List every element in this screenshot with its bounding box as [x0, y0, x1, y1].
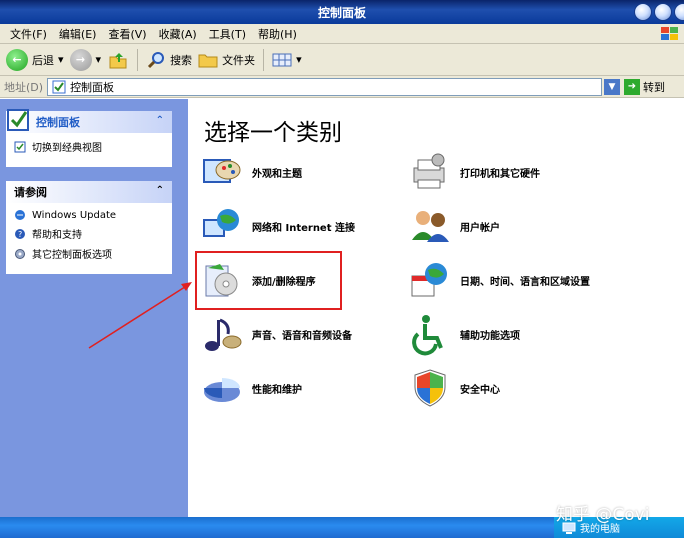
gear-icon: [15, 248, 25, 259]
menu-favorites[interactable]: 收藏(A): [153, 26, 203, 42]
category-label: 用户帐户: [460, 222, 500, 234]
task-pane: 控制面板 ⌃ 切换到经典视图 请参阅 ⌃ Windows Update ? 帮助…: [0, 99, 188, 517]
category-label: 外观和主题: [252, 168, 302, 180]
search-button[interactable]: 搜索: [146, 50, 192, 70]
menu-help[interactable]: 帮助(H): [252, 26, 303, 42]
section-title: 控制面板: [36, 116, 80, 129]
switch-view-icon: [14, 141, 26, 152]
other-options-link[interactable]: 其它控制面板选项: [14, 246, 164, 261]
shield-icon: [414, 369, 446, 407]
category-accessibility[interactable]: 辅助功能选项: [408, 311, 520, 357]
watermark: 知乎 @Covi: [556, 505, 650, 525]
control-panel-icon: [52, 80, 66, 93]
windows-update-link[interactable]: Windows Update: [14, 209, 164, 221]
address-bar: 地址(D) 控制面板 ▼ ➜ 转到: [0, 76, 684, 98]
performance-chart-icon: [204, 378, 240, 402]
toolbar: ← 后退 ▾ → ▾ 搜索 文件夹 ▾: [0, 44, 684, 76]
category-network-internet[interactable]: 网络和 Internet 连接: [200, 203, 355, 249]
network-globe-icon: [203, 209, 239, 237]
forward-button[interactable]: → ▾: [69, 48, 102, 71]
go-button[interactable]: ➜ 转到: [624, 78, 684, 95]
category-security-center[interactable]: 安全中心: [408, 365, 500, 411]
help-support-link[interactable]: ? 帮助和支持: [14, 226, 164, 241]
back-arrow-icon: ←: [6, 48, 28, 71]
views-button[interactable]: ▾: [272, 52, 302, 68]
folder-icon: [198, 54, 218, 67]
section-body: 切换到经典视图: [6, 133, 172, 167]
toolbar-separator: [263, 48, 265, 71]
go-arrow-icon: ➜: [624, 78, 640, 95]
address-value: 控制面板: [70, 80, 115, 94]
category-label: 安全中心: [460, 384, 500, 396]
appearance-themes-icon: [203, 159, 241, 183]
control-panel-icon: [7, 109, 29, 131]
search-label: 搜索: [170, 53, 193, 67]
category-performance-maintenance[interactable]: 性能和维护: [200, 365, 302, 411]
date-language-icon: [411, 263, 447, 297]
printer-icon: [413, 153, 445, 189]
menu-bar: 文件(F) 编辑(E) 查看(V) 收藏(A) 工具(T) 帮助(H): [0, 24, 684, 44]
back-button[interactable]: ← 后退 ▾: [6, 48, 64, 71]
title-bar: 控制面板: [0, 0, 684, 24]
category-label: 性能和维护: [252, 384, 302, 396]
control-panel-section: 控制面板 ⌃ 切换到经典视图: [6, 109, 172, 167]
switch-classic-view-link[interactable]: 切换到经典视图: [14, 139, 164, 154]
category-label: 日期、时间、语言和区域设置: [460, 276, 590, 288]
category-label: 网络和 Internet 连接: [252, 222, 355, 234]
folder-up-icon: [109, 52, 127, 68]
highlight-box: [195, 251, 342, 310]
windows-logo-icon: [661, 27, 678, 40]
section-title: 请参阅: [14, 186, 47, 199]
maximize-button[interactable]: [654, 3, 672, 21]
category-label: 声音、语音和音频设备: [252, 330, 352, 342]
menu-view[interactable]: 查看(V): [102, 26, 152, 42]
section-header[interactable]: 请参阅 ⌃: [6, 181, 172, 203]
page-title: 选择一个类别: [204, 120, 342, 146]
menu-tools[interactable]: 工具(T): [203, 26, 252, 42]
back-label: 后退: [32, 53, 54, 67]
search-icon: [148, 51, 165, 68]
folders-label: 文件夹: [222, 53, 256, 67]
section-body: Windows Update ? 帮助和支持 其它控制面板选项: [6, 203, 172, 274]
minimize-button[interactable]: [634, 3, 652, 21]
chevron-down-icon: ▾: [95, 53, 102, 66]
menu-edit[interactable]: 编辑(E): [53, 26, 103, 42]
forward-arrow-icon: →: [69, 48, 92, 71]
address-label: 地址(D): [4, 80, 44, 94]
collapse-icon[interactable]: ⌃: [156, 115, 164, 126]
category-date-time-language[interactable]: 日期、时间、语言和区域设置: [408, 257, 590, 303]
windows-update-label: Windows Update: [32, 209, 117, 221]
views-grid-icon: [272, 53, 292, 66]
address-dropdown-icon[interactable]: ▼: [604, 78, 620, 95]
category-appearance-themes[interactable]: 外观和主题: [200, 149, 302, 195]
up-button[interactable]: [107, 49, 129, 71]
toolbar-separator: [137, 48, 139, 71]
chevron-down-icon: ▾: [58, 53, 64, 66]
chevron-down-icon: ▾: [296, 53, 302, 66]
category-user-accounts[interactable]: 用户帐户: [408, 203, 500, 249]
category-label: 打印机和其它硬件: [460, 168, 540, 180]
switch-classic-view-label: 切换到经典视图: [32, 143, 102, 154]
windows-update-icon: [15, 210, 25, 220]
other-options-label: 其它控制面板选项: [32, 250, 112, 261]
window-title: 控制面板: [317, 6, 366, 20]
category-printers-hardware[interactable]: 打印机和其它硬件: [408, 149, 540, 195]
category-label: 辅助功能选项: [460, 330, 520, 342]
music-note-icon: [205, 318, 242, 351]
collapse-icon[interactable]: ⌃: [156, 185, 164, 196]
help-support-label: 帮助和支持: [32, 230, 82, 241]
menu-file[interactable]: 文件(F): [4, 26, 53, 42]
svg-text:?: ?: [18, 230, 22, 239]
accessibility-icon: [412, 315, 443, 356]
go-label: 转到: [643, 80, 665, 94]
help-icon: ?: [15, 228, 25, 239]
category-sounds-audio[interactable]: 声音、语音和音频设备: [200, 311, 352, 357]
folders-button[interactable]: 文件夹: [198, 51, 255, 69]
see-also-section: 请参阅 ⌃ Windows Update ? 帮助和支持 其它控制面板选项: [6, 181, 172, 274]
user-accounts-icon: [412, 211, 449, 242]
section-header[interactable]: 控制面板 ⌃: [6, 109, 172, 133]
address-input[interactable]: 控制面板: [47, 77, 602, 96]
